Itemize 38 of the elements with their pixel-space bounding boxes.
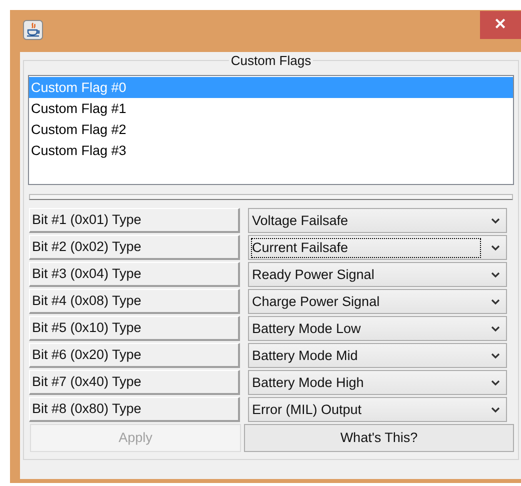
type-dropdown[interactable]: Error (MIL) Output [248,397,507,422]
dropdown-value: Current Failsafe [252,238,480,256]
chevron-down-icon [491,298,500,304]
bit-label-button[interactable]: Bit #2 (0x02) Type [29,235,240,260]
bit-label-button[interactable]: Bit #8 (0x80) Type [29,397,240,422]
type-dropdown[interactable]: Voltage Failsafe [248,208,507,233]
type-dropdown[interactable]: Charge Power Signal [248,289,507,314]
close-button[interactable]: ✕ [480,11,521,39]
dropdown-value: Error (MIL) Output [252,400,363,418]
bit-label-button[interactable]: Bit #5 (0x10) Type [29,316,240,341]
type-dropdown[interactable]: Current Failsafe [248,235,507,260]
bit-label-button[interactable]: Bit #4 (0x08) Type [29,289,240,314]
dropdown-value: Voltage Failsafe [252,212,350,230]
chevron-down-icon [491,272,500,278]
type-dropdown[interactable]: Battery Mode High [248,370,507,395]
help-button[interactable]: What's This? [244,424,514,452]
chevron-down-icon [491,352,500,358]
list-item[interactable]: Custom Flag #3 [29,140,513,161]
bit-label-button[interactable]: Bit #1 (0x01) Type [29,208,240,233]
chevron-down-icon [491,326,500,332]
chevron-down-icon [491,244,500,250]
type-dropdown[interactable]: Ready Power Signal [248,262,507,287]
chevron-down-icon [491,218,500,224]
bit-label-button[interactable]: Bit #6 (0x20) Type [29,343,240,368]
dropdown-value: Battery Mode Mid [252,346,359,364]
dropdown-value: Charge Power Signal [252,292,381,310]
type-dropdown[interactable]: Battery Mode Mid [248,343,507,368]
dropdown-value: Battery Mode High [252,374,365,392]
list-item[interactable]: Custom Flag #1 [29,98,513,119]
chevron-down-icon [491,380,500,386]
list-item[interactable]: Custom Flag #2 [29,119,513,140]
dropdown-value: Ready Power Signal [252,266,376,284]
bit-label-button[interactable]: Bit #7 (0x40) Type [29,370,240,395]
type-dropdown[interactable]: Battery Mode Low [248,316,507,341]
chevron-down-icon [491,406,500,412]
dropdown-value: Battery Mode Low [252,320,362,338]
coffee-cup-icon [23,20,43,40]
bit-label-button[interactable]: Bit #3 (0x04) Type [29,262,240,287]
